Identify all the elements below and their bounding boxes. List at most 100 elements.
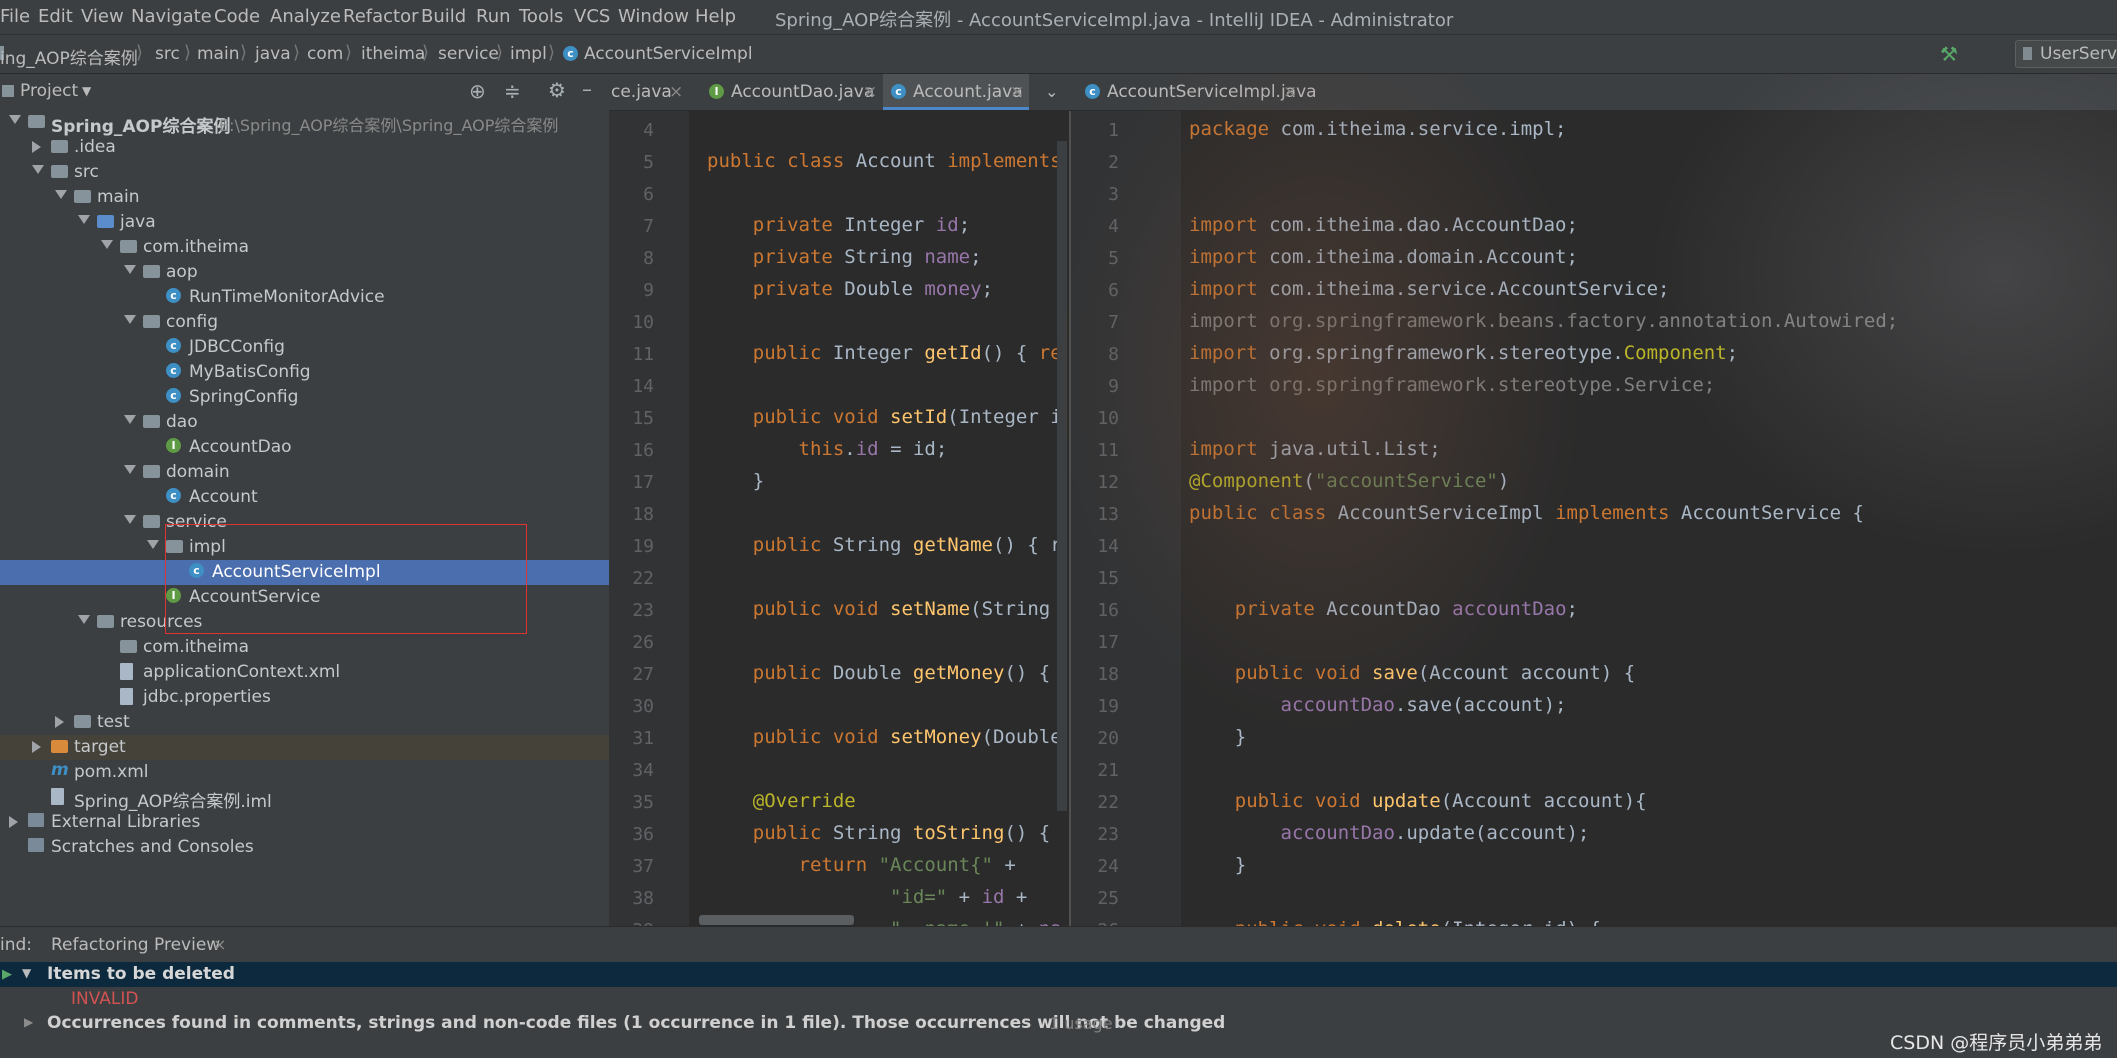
- crumb-class[interactable]: AccountServiceImpl: [584, 44, 753, 64]
- chevron-down-icon[interactable]: [124, 265, 136, 274]
- crumb-java[interactable]: java: [255, 44, 291, 64]
- crumb-src[interactable]: src: [155, 44, 180, 64]
- tab-refactoring-preview[interactable]: Refactoring Preview: [51, 935, 220, 955]
- tree-item[interactable]: c JDBCConfig: [0, 335, 609, 360]
- expand-arrow-icon[interactable]: ▼: [22, 966, 31, 980]
- run-arrow-icon[interactable]: ▶: [2, 967, 12, 982]
- horizontal-scrollbar[interactable]: [699, 915, 854, 925]
- tree-item[interactable]: config: [0, 310, 609, 335]
- tree-item[interactable]: aop: [0, 260, 609, 285]
- menu-run[interactable]: Run: [476, 6, 511, 27]
- tree-item-label: java: [120, 212, 156, 232]
- collapse-all-icon[interactable]: ≑: [504, 79, 521, 103]
- tree-item[interactable]: jdbc.properties: [0, 685, 609, 710]
- tree-item[interactable]: m pom.xml: [0, 760, 609, 785]
- menu-file[interactable]: File: [0, 6, 30, 27]
- menu-build[interactable]: Build: [421, 6, 466, 27]
- tab-account-java[interactable]: c Account.java ×: [883, 74, 1029, 110]
- crumb-project[interactable]: ing_AOP综合案例: [0, 44, 138, 69]
- tree-item[interactable]: Spring_AOP综合案例 E:\Spring_AOP综合案例\Spring_A…: [0, 110, 609, 137]
- crumb-main[interactable]: main: [197, 44, 239, 64]
- chevron-down-icon[interactable]: [124, 415, 136, 424]
- menu-window[interactable]: Window: [618, 6, 689, 27]
- tree-item[interactable]: Spring_AOP综合案例.iml: [0, 785, 609, 812]
- tree-item[interactable]: c Account: [0, 485, 609, 510]
- chevron-down-icon[interactable]: [9, 115, 21, 124]
- code-line: public class Account implements: [707, 150, 1060, 172]
- chevron-right-icon[interactable]: [55, 716, 64, 728]
- menu-tools[interactable]: Tools: [519, 6, 563, 27]
- tree-item[interactable]: com.itheima: [0, 635, 609, 660]
- chevron-down-icon[interactable]: [124, 515, 136, 524]
- chevron-down-icon[interactable]: [101, 240, 113, 249]
- tree-item[interactable]: External Libraries: [0, 810, 609, 835]
- vertical-scrollbar[interactable]: [1057, 141, 1067, 811]
- tree-item[interactable]: Scratches and Consoles: [0, 835, 609, 860]
- close-icon[interactable]: ×: [213, 935, 226, 954]
- line-number: 19: [632, 536, 654, 557]
- invalid-item[interactable]: INVALID: [71, 989, 138, 1009]
- chevron-down-icon[interactable]: [124, 465, 136, 474]
- line-number: 7: [1108, 312, 1119, 333]
- chevron-down-icon[interactable]: ⌄: [1045, 82, 1058, 101]
- close-icon[interactable]: ×: [669, 82, 683, 102]
- chevron-down-icon[interactable]: [78, 215, 90, 224]
- menu-refactor[interactable]: Refactor: [343, 6, 419, 27]
- chevron-right-icon[interactable]: [32, 141, 41, 153]
- expand-arrow-icon[interactable]: ▶: [24, 1015, 33, 1029]
- chevron-down-icon[interactable]: [147, 540, 159, 549]
- chevron-right-icon[interactable]: [32, 741, 41, 753]
- crumb-service[interactable]: service: [438, 44, 499, 64]
- crumb-com[interactable]: com: [307, 44, 343, 64]
- menu-analyze[interactable]: Analyze: [270, 6, 341, 27]
- chevron-down-icon[interactable]: [78, 615, 90, 624]
- tree-item[interactable]: I AccountDao: [0, 435, 609, 460]
- line-number: 8: [643, 248, 654, 269]
- menu-vcs[interactable]: VCS: [574, 6, 610, 27]
- run-config-selector[interactable]: UserServi: [2015, 40, 2117, 68]
- tab-accountdao-java[interactable]: I AccountDao.java ×: [699, 74, 883, 110]
- menu-navigate[interactable]: Navigate: [131, 6, 212, 27]
- chevron-down-icon[interactable]: [124, 315, 136, 324]
- tree-item[interactable]: dao: [0, 410, 609, 435]
- close-icon[interactable]: ×: [1010, 82, 1024, 102]
- right-editor-code[interactable]: package com.itheima.service.impl; import …: [1181, 111, 2117, 926]
- chevron-down-icon[interactable]: [55, 190, 67, 199]
- left-editor-code[interactable]: public class Account implements private …: [689, 111, 1060, 926]
- tab-accountserviceimpl-java[interactable]: c AccountServiceImpl.java ×: [1073, 74, 1317, 110]
- line-number: 35: [632, 792, 654, 813]
- line-number: 3: [1108, 184, 1119, 205]
- chevron-down-icon[interactable]: ▼: [82, 84, 91, 98]
- tree-item[interactable]: domain: [0, 460, 609, 485]
- tree-item[interactable]: c SpringConfig: [0, 385, 609, 410]
- tree-item[interactable]: java: [0, 210, 609, 235]
- menu-view[interactable]: View: [81, 6, 124, 27]
- gear-icon[interactable]: ⚙: [548, 78, 566, 102]
- crumb-impl[interactable]: impl: [510, 44, 547, 64]
- minimize-icon[interactable]: –: [582, 77, 592, 101]
- locate-icon[interactable]: ⊕: [469, 79, 486, 103]
- menu-help[interactable]: Help: [695, 6, 736, 27]
- items-to-delete-row[interactable]: ▼ Items to be deleted: [0, 962, 2117, 987]
- close-icon[interactable]: ×: [863, 82, 877, 102]
- chevron-right-icon[interactable]: [9, 816, 18, 828]
- editor-area: public class Account implements private …: [609, 111, 2117, 926]
- tree-item-label: RunTimeMonitorAdvice: [189, 287, 385, 307]
- tree-item[interactable]: src: [0, 160, 609, 185]
- chevron-down-icon[interactable]: [32, 165, 44, 174]
- tree-item[interactable]: main: [0, 185, 609, 210]
- build-hammer-icon[interactable]: ⚒: [1940, 42, 1958, 66]
- menu-edit[interactable]: Edit: [38, 6, 73, 27]
- menu-code[interactable]: Code: [214, 6, 260, 27]
- tree-item[interactable]: applicationContext.xml: [0, 660, 609, 685]
- tree-item[interactable]: c MyBatisConfig: [0, 360, 609, 385]
- tree-item[interactable]: target: [0, 735, 609, 760]
- crumb-itheima[interactable]: itheima: [361, 44, 425, 64]
- close-icon[interactable]: ×: [1283, 82, 1297, 102]
- tree-item[interactable]: com.itheima: [0, 235, 609, 260]
- tree-item[interactable]: test: [0, 710, 609, 735]
- tree-item[interactable]: .idea: [0, 135, 609, 160]
- tab-ce-java[interactable]: ce.java ×: [609, 74, 689, 110]
- project-view-selector[interactable]: Project: [20, 81, 78, 101]
- tree-item[interactable]: c RunTimeMonitorAdvice: [0, 285, 609, 310]
